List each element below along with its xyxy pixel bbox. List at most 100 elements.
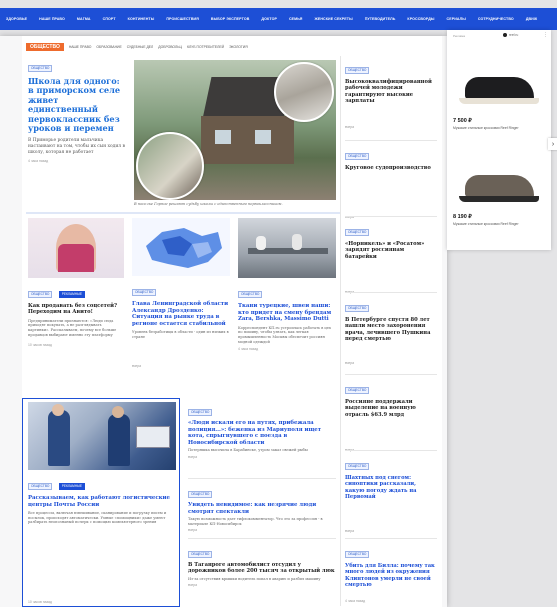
section-link-ecology[interactable]: ЭКОЛОГИЯ <box>229 45 248 49</box>
tag-society[interactable]: ОБЩЕСТВО <box>345 305 370 312</box>
tag-society[interactable]: ОБЩЕСТВО <box>345 551 370 558</box>
nav-item-incidents[interactable]: ПРОИСШЕСТВИЯ <box>160 17 205 21</box>
tag-society[interactable]: ОБЩЕСТВО <box>188 551 213 558</box>
section-link-court[interactable]: СУДЕБНЫЕ ДЕЛ <box>127 45 154 49</box>
side-article-title[interactable]: Убить для Билла: почему так много людей … <box>345 563 437 589</box>
lead-article-photo[interactable] <box>134 60 336 200</box>
tag-society[interactable]: ОБЩЕСТВО <box>238 291 263 298</box>
side-article[interactable]: ОБЩЕСТВО Круговое судопроизводство вчера <box>345 144 437 219</box>
nav-item-experts[interactable]: ВЫБОР ЭКСПЕРТОВ <box>205 17 256 21</box>
tag-society[interactable]: ОБЩЕСТВО <box>28 291 53 298</box>
nav-item-sport[interactable]: СПОРТ <box>97 17 122 21</box>
news-list-title[interactable]: «Люди искали его на путях, прибежала пол… <box>188 420 336 446</box>
tag-society[interactable]: ОБЩЕСТВО <box>345 463 370 470</box>
post-article-title[interactable]: Рассказываем, как работают логистические… <box>28 495 176 508</box>
side-article-title[interactable]: Круговое судопроизводство <box>345 165 437 171</box>
nav-item-family[interactable]: СЕМЬЯ <box>283 17 309 21</box>
news-list-time: вчера <box>188 583 198 588</box>
side-article-title[interactable]: Россияне поддержали выделение на военную… <box>345 399 437 418</box>
lead-article-lead: В Приморье родители мальчика настаивают … <box>28 138 125 155</box>
tag-society[interactable]: ОБЩЕСТВО <box>345 153 370 160</box>
news-card-lead: Уровень безработицы в области - один из … <box>132 330 229 339</box>
news-card-time: 4 часа назад <box>238 347 259 352</box>
lead-article[interactable]: ОБЩЕСТВО Школа для одного: в приморском … <box>28 56 128 206</box>
tag-society[interactable]: ОБЩЕСТВО <box>188 491 213 498</box>
ad-price[interactable]: 7 500 ₽ <box>453 118 472 124</box>
ad-brand[interactable]: reef.ru <box>509 33 518 37</box>
news-list-title[interactable]: В Таганроге автомобилист отсудил у дорож… <box>188 562 336 575</box>
worker-head <box>112 406 124 418</box>
row-divider <box>345 140 437 141</box>
tag-advertising[interactable]: РЕКЛАМНЫЕ <box>58 483 86 490</box>
shoe-grey-image[interactable] <box>459 172 539 202</box>
nav-item-cooperation[interactable]: СОТРУДНИЧЕСТВО <box>472 17 520 21</box>
tag-society[interactable]: ОБЩЕСТВО <box>188 409 213 416</box>
tag-society[interactable]: ОБЩЕСТВО <box>345 67 370 74</box>
news-card[interactable]: ОБЩЕСТВО Глава Ленинградской области Але… <box>132 218 230 396</box>
post-article[interactable]: ОБЩЕСТВО РЕКЛАМНЫЕ Рассказываем, как раб… <box>28 402 176 604</box>
nav-item-womens[interactable]: ЖЕНСКИЕ СЕКРЕТЫ <box>308 17 358 21</box>
news-list-item[interactable]: ОБЩЕСТВО В Таганроге автомобилист отсуди… <box>188 542 336 606</box>
news-card[interactable]: ОБЩЕСТВО РЕКЛАМНЫЕ Как продавать без соц… <box>28 218 124 396</box>
news-card-lead: Корреспондент КП.ru устроилась работать … <box>238 325 331 344</box>
section-link-education[interactable]: ОБРАЗОВАНИЕ <box>96 45 121 49</box>
nav-item-law[interactable]: НАШЕ ПРАВО <box>33 17 71 21</box>
chevron-right-icon[interactable]: › <box>548 138 557 150</box>
nav-item-crosswords[interactable]: КРОССВОРДЫ <box>401 17 440 21</box>
news-list-title[interactable]: Увидеть невидимое: как незрячие люди смо… <box>188 502 336 515</box>
nav-item-series[interactable]: СЕРИАЛЫ <box>441 17 472 21</box>
section-badge[interactable]: ОБЩЕСТВО <box>26 42 64 51</box>
nav-item-dvizh[interactable]: ДВИЖ <box>520 17 543 21</box>
ad-description[interactable]: Мужские стильные кроссовки Reef Ringer <box>453 222 545 226</box>
ad-description[interactable]: Мужские стильные кроссовки Reef Ringer <box>453 126 545 130</box>
ad-price[interactable]: 8 190 ₽ <box>453 214 472 220</box>
section-link-consumers[interactable]: КЛУБ ПОТРЕБИТЕЛЕЙ <box>187 45 224 49</box>
section-link-law[interactable]: НАШЕ ПРАВО <box>69 45 92 49</box>
ad-close-icon[interactable]: ⋮ <box>543 32 548 38</box>
side-article-time: вчера <box>345 360 355 365</box>
news-list-lead: Из-за отсутствия крышки водитель попал в… <box>188 576 321 581</box>
news-card[interactable]: ОБЩЕСТВО Ткани турецкие, швеи наши: кто … <box>238 218 336 396</box>
news-card-time: 10 часов назад <box>28 343 52 348</box>
tag-advertising[interactable]: РЕКЛАМНЫЕ <box>58 291 86 298</box>
person-clothing <box>58 244 94 272</box>
side-article[interactable]: ОБЩЕСТВО В Петербурге спустя 80 лет нашл… <box>345 296 437 372</box>
region-map-image <box>132 218 230 276</box>
side-article-title[interactable]: В Петербурге спустя 80 лет нашли место з… <box>345 317 437 343</box>
side-article[interactable]: ОБЩЕСТВО Россияне поддержали выделение н… <box>345 378 437 452</box>
side-article[interactable]: ОБЩЕСТВО «Норникель» и «Росатом» зарядят… <box>345 220 437 294</box>
section-link-volunteers[interactable]: ДОБРОВОЛЬЦ <box>158 45 182 49</box>
tag-society[interactable]: ОБЩЕСТВО <box>345 387 370 394</box>
side-article-time: вчера <box>345 124 355 129</box>
side-article-title[interactable]: Шахтных под снегом: синоптики рассказали… <box>345 475 437 501</box>
news-list-item[interactable]: ОБЩЕСТВО Увидеть невидимое: как незрячие… <box>188 482 336 538</box>
nav-item-guide[interactable]: ПУТЕВОДИТЕЛЬ <box>359 17 402 21</box>
news-card-title[interactable]: Как продавать без соцсетей? Переходим на… <box>28 303 124 316</box>
nav-item-magma[interactable]: МАГМА <box>71 17 97 21</box>
shoe-sole <box>459 98 539 104</box>
shoe-upper <box>465 175 534 197</box>
nav-item-doctor[interactable]: ДОКТОР <box>255 17 283 21</box>
shoe-ad-block[interactable]: Реклама reef.ru ⋮ 7 500 ₽ Мужские стильн… <box>447 30 551 250</box>
sewing-factory-photo <box>238 218 336 278</box>
side-article[interactable]: ОБЩЕСТВО Шахтных под снегом: синоптики р… <box>345 454 437 536</box>
tag-society[interactable]: ОБЩЕСТВО <box>345 229 370 236</box>
tag-society[interactable]: ОБЩЕСТВО <box>28 483 53 490</box>
side-article-title[interactable]: Высококвалифицированной рабочей молодежи… <box>345 79 437 105</box>
news-card-title[interactable]: Глава Ленинградской области Александр Др… <box>132 301 230 327</box>
side-article[interactable]: ОБЩЕСТВО Высококвалифицированной рабочей… <box>345 58 437 138</box>
side-article-title[interactable]: «Норникель» и «Росатом» зарядят россияна… <box>345 241 437 260</box>
tag-society[interactable]: ОБЩЕСТВО <box>28 65 53 72</box>
worker-figure <box>256 236 266 250</box>
avito-promo-image <box>28 218 124 278</box>
news-list-time: вчера <box>188 528 198 533</box>
shoe-black-image[interactable] <box>459 74 539 104</box>
news-list-item[interactable]: ОБЩЕСТВО «Люди искали его на путях, приб… <box>188 400 336 478</box>
news-card-title[interactable]: Ткани турецкие, швеи наши: кто придет на… <box>238 303 336 323</box>
lead-article-title[interactable]: Школа для одного: в приморском селе живе… <box>28 76 128 133</box>
side-article-time: вчера <box>345 528 355 533</box>
nav-item-health[interactable]: ЗДОРОВЬЕ <box>0 17 33 21</box>
nav-item-continents[interactable]: КОНТИНЕНТЫ <box>122 17 161 21</box>
side-article[interactable]: ОБЩЕСТВО Убить для Билла: почему так мно… <box>345 542 437 606</box>
tag-society[interactable]: ОБЩЕСТВО <box>132 289 157 296</box>
